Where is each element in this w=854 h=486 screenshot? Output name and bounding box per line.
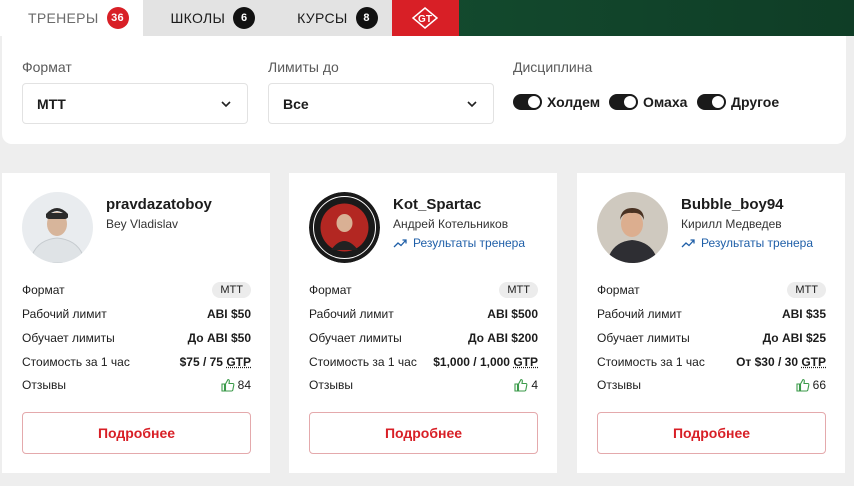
filters-panel: Формат МТТ Лимиты до Все Дисциплина Холд… — [2, 36, 846, 144]
thumbs-up-icon — [221, 378, 235, 392]
format-select-value: МТТ — [37, 95, 66, 112]
trainer-results-link[interactable]: Результаты тренера — [393, 236, 525, 250]
tab-label: КУРСЫ — [297, 10, 348, 26]
reviews-row: Отзывы 66 — [597, 378, 826, 392]
thumbs-up-icon — [796, 378, 810, 392]
format-select[interactable]: МТТ — [22, 83, 248, 124]
discipline-filter-label: Дисциплина — [513, 59, 593, 75]
trainer-results-link[interactable]: Результаты тренера — [681, 236, 813, 250]
format-row: Формат MTT — [597, 281, 826, 299]
format-row: Формат MTT — [309, 281, 538, 299]
limits-select[interactable]: Все — [268, 83, 494, 124]
price-row: Стоимость за 1 час $75 / 75 GTP — [22, 355, 251, 369]
trainer-card: Bubble_boy94 Кирилл Медведев Результаты … — [577, 173, 845, 473]
work-limit-row: Рабочий лимит ABI $50 — [22, 307, 251, 321]
tab-label: ТРЕНЕРЫ — [28, 10, 99, 26]
trainer-nickname[interactable]: Bubble_boy94 — [681, 196, 784, 213]
price-row: Стоимость за 1 час $1,000 / 1,000 GTP — [309, 355, 538, 369]
avatar[interactable] — [22, 192, 93, 263]
gt-logo-tab[interactable]: GT — [391, 0, 459, 36]
reviews-row: Отзывы 84 — [22, 378, 251, 392]
work-limit-row: Рабочий лимит ABI $500 — [309, 307, 538, 321]
toggle-omaha[interactable]: Омаха — [609, 94, 687, 110]
trainer-realname: Bey Vladislav — [106, 217, 179, 231]
chevron-down-icon — [467, 100, 477, 107]
work-limit-row: Рабочий лимит ABI $35 — [597, 307, 826, 321]
toggle-label: Другое — [731, 94, 780, 110]
top-tab-bar: ТРЕНЕРЫ 36 ШКОЛЫ 6 КУРСЫ 8 GT — [0, 0, 854, 36]
trainer-card: Kot_Spartac Андрей Котельников Результат… — [289, 173, 557, 473]
count-badge: 6 — [233, 7, 256, 29]
trend-up-icon — [393, 239, 407, 248]
reviews-row: Отзывы 4 — [309, 378, 538, 392]
tab-label: ШКОЛЫ — [170, 10, 226, 26]
tab-trainers[interactable]: ТРЕНЕРЫ 36 — [0, 0, 143, 36]
gt-logo-icon: GT — [412, 7, 439, 29]
toggle-switch[interactable] — [697, 94, 726, 110]
toggle-label: Холдем — [547, 94, 601, 110]
tab-courses[interactable]: КУРСЫ 8 — [269, 0, 392, 36]
teaches-row: Обучает лимиты До ABI $50 — [22, 331, 251, 345]
trainer-nickname[interactable]: Kot_Spartac — [393, 196, 481, 213]
teaches-row: Обучает лимиты До ABI $25 — [597, 331, 826, 345]
svg-text:GT: GT — [418, 14, 432, 25]
limits-select-value: Все — [283, 95, 309, 112]
format-badge: MTT — [499, 282, 538, 298]
count-badge: 8 — [355, 7, 378, 29]
limits-filter-label: Лимиты до — [268, 59, 339, 75]
toggle-holdem[interactable]: Холдем — [513, 94, 600, 110]
reviews-count[interactable]: 4 — [514, 378, 538, 392]
toggle-label: Омаха — [643, 94, 688, 110]
more-button[interactable]: Подробнее — [22, 412, 251, 454]
teaches-row: Обучает лимиты До ABI $200 — [309, 331, 538, 345]
format-filter-label: Формат — [22, 59, 72, 75]
avatar[interactable] — [309, 192, 380, 263]
trend-up-icon — [681, 239, 695, 248]
trainer-realname: Андрей Котельников — [393, 217, 509, 231]
price-row: Стоимость за 1 час От $30 / 30 GTP — [597, 355, 826, 369]
format-badge: MTT — [787, 282, 826, 298]
trainer-card: pravdazatoboy Bey Vladislav Формат MTT Р… — [2, 173, 270, 473]
toggle-switch[interactable] — [513, 94, 542, 110]
more-button[interactable]: Подробнее — [597, 412, 826, 454]
trainer-nickname[interactable]: pravdazatoboy — [106, 196, 212, 213]
toggle-switch[interactable] — [609, 94, 638, 110]
reviews-count[interactable]: 84 — [221, 378, 251, 392]
toggle-other[interactable]: Другое — [697, 94, 779, 110]
count-badge: 36 — [106, 7, 129, 29]
format-row: Формат MTT — [22, 281, 251, 299]
tab-schools[interactable]: ШКОЛЫ 6 — [142, 0, 270, 36]
avatar[interactable] — [597, 192, 668, 263]
trainer-realname: Кирилл Медведев — [681, 217, 782, 231]
reviews-count[interactable]: 66 — [796, 378, 826, 392]
thumbs-up-icon — [514, 378, 528, 392]
chevron-down-icon — [221, 100, 231, 107]
format-badge: MTT — [212, 282, 251, 298]
more-button[interactable]: Подробнее — [309, 412, 538, 454]
